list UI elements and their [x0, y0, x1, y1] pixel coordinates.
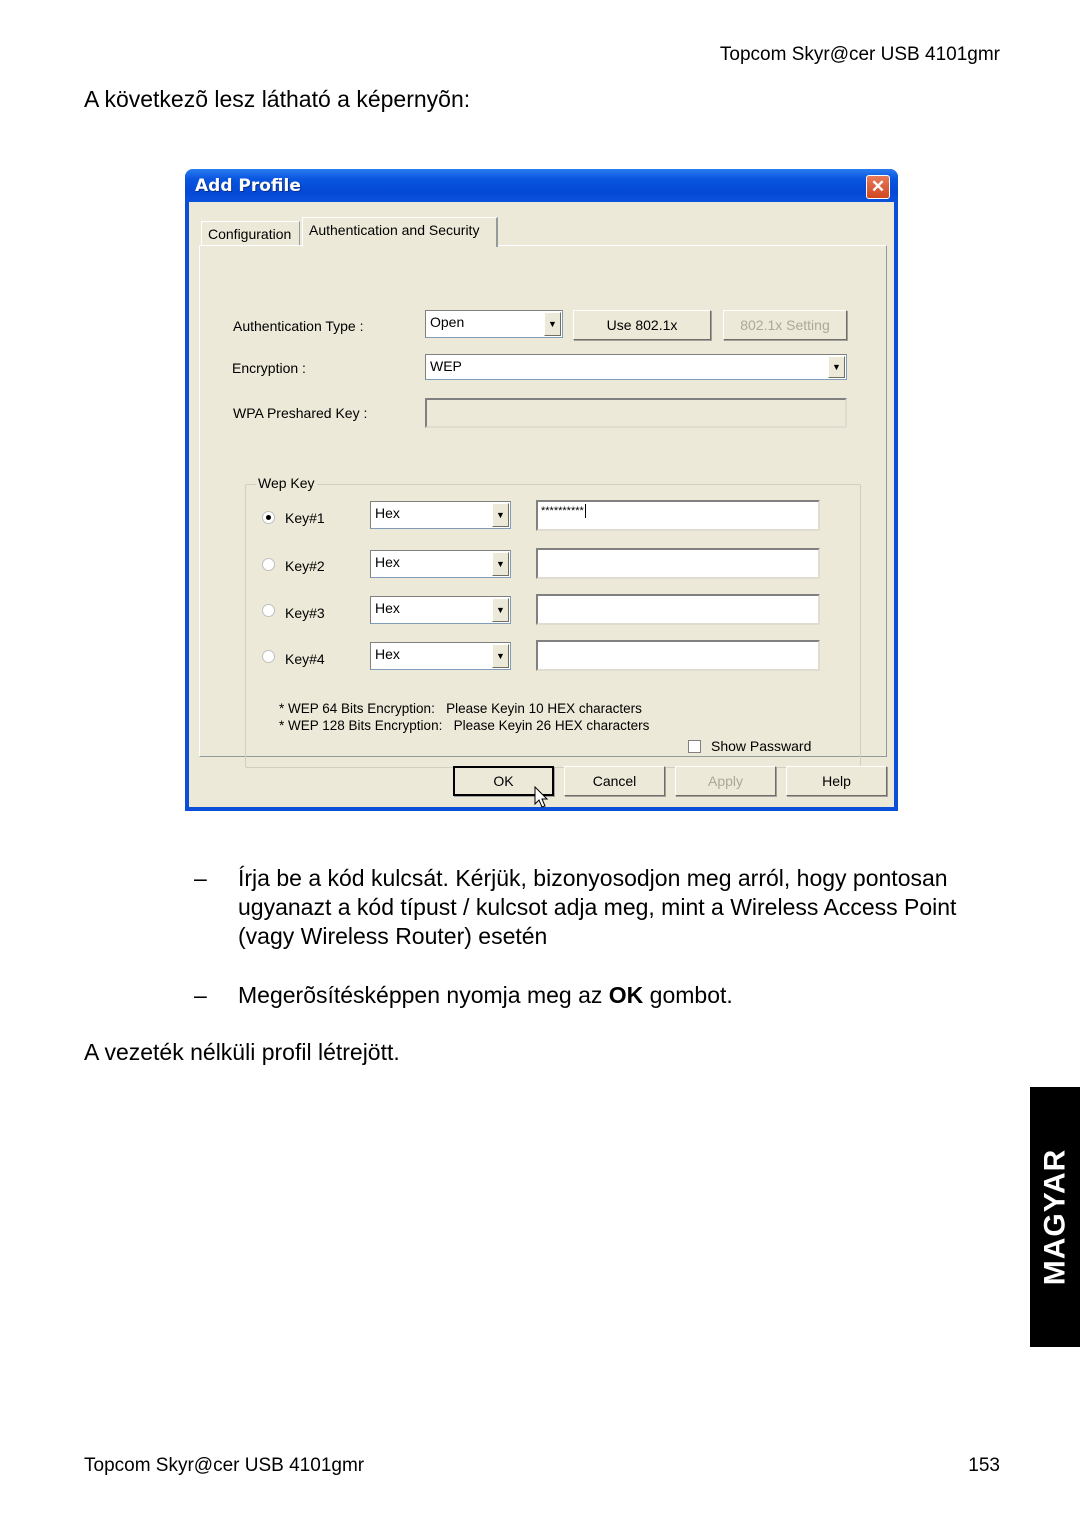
- chevron-down-icon[interactable]: ▼: [492, 503, 509, 527]
- show-password-label: Show Passward: [711, 738, 812, 754]
- dialog-titlebar[interactable]: Add Profile ✕: [185, 169, 898, 202]
- key2-format-select[interactable]: Hex ▼: [370, 550, 511, 578]
- key2-radio[interactable]: [262, 558, 275, 571]
- key1-radio[interactable]: [262, 511, 275, 524]
- wep-key-group-label: Wep Key: [256, 475, 317, 491]
- auth-type-value: Open: [430, 314, 465, 330]
- chevron-down-icon[interactable]: ▼: [828, 356, 845, 378]
- intro-text: A következõ lesz látható a képernyõn:: [84, 86, 471, 112]
- mouse-pointer-icon: [534, 786, 549, 808]
- key3-input[interactable]: [536, 594, 820, 625]
- key2-label: Key#2: [285, 558, 325, 574]
- key3-label: Key#3: [285, 605, 325, 621]
- bullet-text: Megerõsítésképpen nyomja meg az OK gombo…: [238, 981, 1018, 1010]
- encryption-select[interactable]: WEP ▼: [425, 354, 847, 380]
- dialog-client: Configuration Authentication and Securit…: [189, 202, 894, 808]
- chevron-down-icon[interactable]: ▼: [492, 598, 509, 622]
- key4-format-value: Hex: [375, 646, 400, 662]
- footer-title: Topcom Skyr@cer USB 4101gmr: [84, 1455, 365, 1476]
- bullet-text-after: gombot.: [643, 982, 733, 1008]
- tab-configuration[interactable]: Configuration: [201, 221, 300, 245]
- wep-note-64: * WEP 64 Bits Encryption: Please Keyin 1…: [279, 701, 642, 716]
- encryption-value: WEP: [430, 358, 462, 374]
- language-tab-label: MAGYAR: [1038, 1148, 1072, 1286]
- use-8021x-button[interactable]: Use 802.1x: [573, 310, 711, 340]
- key3-format-select[interactable]: Hex ▼: [370, 596, 511, 624]
- chevron-down-icon[interactable]: ▼: [544, 312, 561, 336]
- close-icon: ✕: [870, 177, 886, 196]
- key4-label: Key#4: [285, 651, 325, 667]
- key4-input[interactable]: [536, 640, 820, 671]
- bullet-text-before: Megerõsítésképpen nyomja meg az: [238, 982, 609, 1008]
- key1-format-select[interactable]: Hex ▼: [370, 501, 511, 529]
- bullet-dash: –: [194, 865, 207, 891]
- key1-label: Key#1: [285, 510, 325, 526]
- wep-key-group: Wep Key Key#1 Hex ▼ ********** Key#2 Hex…: [245, 475, 861, 768]
- tab-panel: Authentication Type : Open ▼ Use 802.1x …: [199, 245, 887, 768]
- wpa-key-input[interactable]: [425, 398, 847, 428]
- text-caret: [584, 504, 586, 518]
- key4-format-select[interactable]: Hex ▼: [370, 642, 511, 670]
- key1-format-value: Hex: [375, 505, 400, 521]
- key1-input[interactable]: **********: [536, 500, 820, 531]
- key2-format-value: Hex: [375, 554, 400, 570]
- key4-radio[interactable]: [262, 650, 275, 663]
- running-header: Topcom Skyr@cer USB 4101gmr: [719, 44, 1000, 65]
- key1-value: **********: [541, 504, 584, 517]
- tab-authentication-security[interactable]: Authentication and Security: [302, 217, 498, 247]
- wpa-key-label: WPA Preshared Key :: [233, 405, 368, 421]
- language-tab: MAGYAR: [1030, 1087, 1080, 1347]
- page-number: 153: [968, 1455, 1000, 1476]
- bullet-dash: –: [194, 982, 207, 1008]
- auth-type-select[interactable]: Open ▼: [425, 310, 563, 338]
- apply-button[interactable]: Apply: [675, 766, 776, 796]
- close-button[interactable]: ✕: [866, 175, 890, 199]
- bullet-text: Írja be a kód kulcsát. Kérjük, bizonyoso…: [238, 865, 957, 949]
- 8021x-setting-button[interactable]: 802.1x Setting: [723, 310, 847, 340]
- encryption-label: Encryption :: [232, 360, 306, 376]
- cancel-button[interactable]: Cancel: [564, 766, 665, 796]
- outro-text: A vezeték nélküli profil létrejött.: [84, 1039, 400, 1065]
- key2-input[interactable]: [536, 548, 820, 579]
- dialog-title: Add Profile: [195, 176, 301, 196]
- chevron-down-icon[interactable]: ▼: [492, 552, 509, 576]
- wep-note-128: * WEP 128 Bits Encryption: Please Keyin …: [279, 718, 650, 733]
- show-password-checkbox[interactable]: [688, 740, 701, 753]
- key3-radio[interactable]: [262, 604, 275, 617]
- auth-type-label: Authentication Type :: [233, 318, 364, 334]
- add-profile-dialog: Add Profile ✕ Configuration Authenticati…: [185, 169, 898, 811]
- key3-format-value: Hex: [375, 600, 400, 616]
- help-button[interactable]: Help: [786, 766, 887, 796]
- bullet-text-bold: OK: [608, 982, 644, 1008]
- chevron-down-icon[interactable]: ▼: [492, 644, 509, 668]
